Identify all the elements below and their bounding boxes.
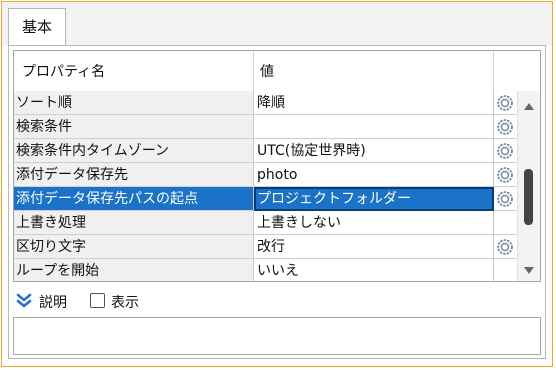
column-header-value[interactable]: 値 xyxy=(254,51,494,91)
row-button-cell xyxy=(494,91,517,115)
row-button-cell xyxy=(494,187,517,211)
ellipsis-gear-icon[interactable] xyxy=(496,190,514,208)
table-row[interactable]: 検索条件 xyxy=(14,115,517,139)
row-button-cell xyxy=(494,115,517,139)
property-name: 区切り文字 xyxy=(14,235,254,259)
ellipsis-gear-icon[interactable] xyxy=(496,94,514,112)
show-checkbox[interactable] xyxy=(90,293,105,308)
table-row[interactable]: 区切り文字 改行 xyxy=(14,235,517,259)
table-body: ソート順 降順 検索条件 検索条件内タイムゾーン UTC(協定世界時) 添付デー… xyxy=(14,91,517,281)
ellipsis-gear-icon[interactable] xyxy=(496,118,514,136)
property-window: 基本 プロパティ名 値 ソート順 降順 検索条件 検索条件内タイムゾーン UTC… xyxy=(1,1,553,367)
property-value[interactable] xyxy=(254,115,494,139)
column-header-button xyxy=(494,51,516,91)
column-header-property-name[interactable]: プロパティ名 xyxy=(14,51,254,91)
row-button-cell xyxy=(494,259,517,281)
table-header: プロパティ名 値 xyxy=(14,51,540,92)
property-value[interactable]: 改行 xyxy=(254,235,494,259)
ellipsis-gear-icon[interactable] xyxy=(496,142,514,160)
table-row[interactable]: 上書き処理 上書きしない xyxy=(14,211,517,235)
table-row[interactable]: 検索条件内タイムゾーン UTC(協定世界時) xyxy=(14,139,517,163)
row-button-cell xyxy=(494,163,517,187)
property-panel: プロパティ名 値 ソート順 降順 検索条件 検索条件内タイムゾーン UTC(協定 xyxy=(8,45,546,359)
scroll-up-arrow-icon[interactable] xyxy=(524,103,534,110)
row-button-cell xyxy=(494,235,517,259)
property-name: 添付データ保存先パスの起点 xyxy=(14,187,254,211)
property-value[interactable]: 上書きしない xyxy=(254,211,494,235)
table-row[interactable]: ソート順 降順 xyxy=(14,91,517,115)
description-label: 説明 xyxy=(39,295,67,311)
description-text-area xyxy=(13,317,541,355)
table-row-selected[interactable]: 添付データ保存先パスの起点 プロジェクトフォルダー xyxy=(14,187,517,211)
property-value[interactable]: プロジェクトフォルダー xyxy=(254,187,494,211)
property-name: ソート順 xyxy=(14,91,254,115)
property-name: 上書き処理 xyxy=(14,211,254,235)
property-value[interactable]: UTC(協定世界時) xyxy=(254,139,494,163)
property-value[interactable]: photo xyxy=(254,163,494,187)
show-checkbox-label[interactable]: 表示 xyxy=(111,292,139,312)
double-chevron-down-icon[interactable] xyxy=(16,293,32,309)
scrollbar-thumb[interactable] xyxy=(524,169,533,225)
property-name: 検索条件 xyxy=(14,115,254,139)
scroll-down-arrow-icon[interactable] xyxy=(524,267,534,274)
property-name: ループを開始 xyxy=(14,259,254,281)
description-toolbar: 説明 表示 xyxy=(13,286,541,316)
tab-basic[interactable]: 基本 xyxy=(8,8,66,46)
property-value[interactable]: いいえ xyxy=(254,259,494,281)
property-table: プロパティ名 値 ソート順 降順 検索条件 検索条件内タイムゾーン UTC(協定 xyxy=(13,50,541,282)
row-button-cell xyxy=(494,139,517,163)
tab-bar: 基本 xyxy=(2,2,552,46)
property-name: 添付データ保存先 xyxy=(14,163,254,187)
property-name: 検索条件内タイムゾーン xyxy=(14,139,254,163)
table-row[interactable]: 添付データ保存先 photo xyxy=(14,163,517,187)
ellipsis-gear-icon[interactable] xyxy=(496,166,514,184)
ellipsis-gear-icon[interactable] xyxy=(496,238,514,256)
row-button-cell xyxy=(494,211,517,235)
property-value[interactable]: 降順 xyxy=(254,91,494,115)
table-row[interactable]: ループを開始 いいえ xyxy=(14,259,517,281)
vertical-scrollbar[interactable] xyxy=(517,91,540,281)
